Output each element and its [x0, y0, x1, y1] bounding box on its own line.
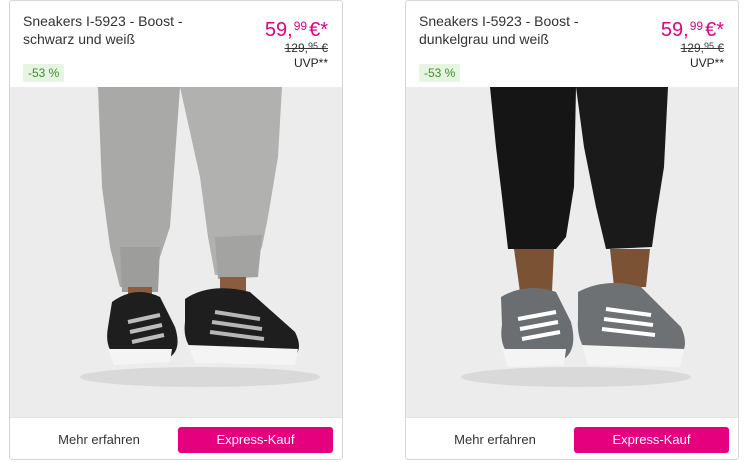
- price-main: 59,: [660, 19, 689, 41]
- old-price: 129,95 €: [681, 41, 724, 55]
- old-price-main: 129,: [680, 41, 704, 55]
- more-info-link[interactable]: Mehr erfahren: [420, 428, 570, 452]
- product-card[interactable]: Sneakers I-5923 - Boost - schwarz und we…: [9, 0, 343, 460]
- product-title[interactable]: Sneakers I-5923 - Boost - schwarz und we…: [23, 12, 208, 48]
- price-cents: 99: [293, 19, 308, 33]
- discount-badge: -53 %: [23, 64, 65, 82]
- price-cents: 99: [689, 19, 704, 33]
- more-info-link[interactable]: Mehr erfahren: [24, 428, 174, 452]
- uvp-label: UVP**: [689, 56, 724, 70]
- express-buy-button[interactable]: Express-Kauf: [178, 427, 333, 453]
- express-buy-button[interactable]: Express-Kauf: [574, 427, 729, 453]
- product-image[interactable]: [10, 87, 342, 417]
- price-suffix: €*: [705, 19, 724, 41]
- sneaker-photo-black-white: [10, 87, 342, 417]
- product-card[interactable]: Sneakers I-5923 - Boost - dunkelgrau und…: [405, 0, 739, 460]
- uvp-label: UVP**: [293, 56, 328, 70]
- sneaker-photo-dark-grey-white: [406, 87, 738, 417]
- discount-badge: -53 %: [419, 64, 461, 82]
- product-price: 59,99 €*: [661, 14, 724, 42]
- old-price-suffix: €: [317, 41, 328, 55]
- product-price: 59,99 €*: [265, 14, 328, 42]
- old-price-suffix: €: [713, 41, 724, 55]
- old-price-main: 129,: [284, 41, 308, 55]
- price-suffix: €*: [309, 19, 328, 41]
- old-price-cents: 95: [307, 41, 318, 51]
- product-image[interactable]: [406, 87, 738, 417]
- product-title[interactable]: Sneakers I-5923 - Boost - dunkelgrau und…: [419, 12, 604, 48]
- old-price-cents: 95: [703, 41, 714, 51]
- price-main: 59,: [264, 19, 293, 41]
- card-footer: Mehr erfahren Express-Kauf: [406, 417, 738, 459]
- old-price: 129,95 €: [285, 41, 328, 55]
- card-footer: Mehr erfahren Express-Kauf: [10, 417, 342, 459]
